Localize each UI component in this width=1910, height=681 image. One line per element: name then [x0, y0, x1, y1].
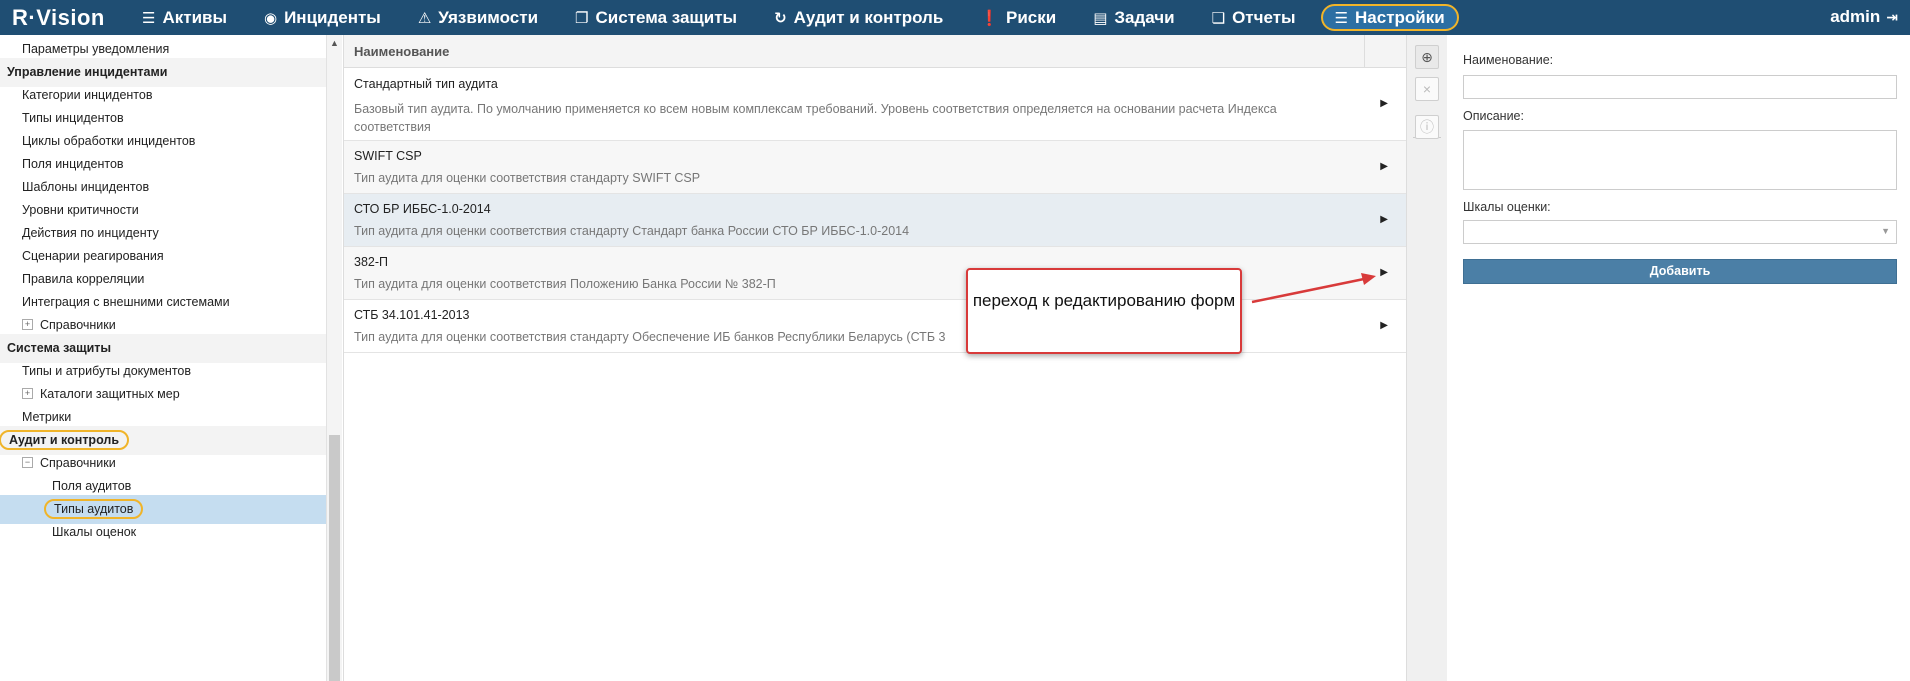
list-row[interactable]: SWIFT CSP Тип аудита для оценки соответс… [344, 141, 1406, 194]
nav-item-incidents[interactable]: ◉ Инциденты [252, 4, 393, 31]
row-title: Стандартный тип аудита [354, 77, 498, 91]
chevron-right-icon[interactable]: ▶ [1380, 161, 1388, 172]
top-navigation-bar: R·Vision ☰ Активы ◉ Инциденты ⚠ Уязвимос… [0, 0, 1910, 35]
nav-item-label: Аудит и контроль [793, 7, 944, 27]
chevron-right-icon[interactable]: ▶ [1380, 320, 1388, 331]
nav-item-label: Риски [1005, 7, 1057, 27]
tasks-icon: ▤ [1093, 9, 1108, 27]
nav-item-assets[interactable]: ☰ Активы [130, 4, 239, 31]
app-logo[interactable]: R·Vision [12, 5, 105, 31]
target-icon: ◉ [263, 9, 278, 27]
warning-icon: ⚠ [417, 9, 432, 27]
collapse-icon[interactable]: − [22, 457, 33, 469]
audit-types-list: Наименование Стандартный тип аудита Базо… [343, 35, 1406, 681]
reports-icon: ❏ [1211, 9, 1226, 27]
database-icon: ☰ [142, 9, 156, 27]
annotation-arrow [1251, 273, 1376, 304]
nav-item-label: Отчеты [1232, 7, 1296, 27]
username: admin [1830, 7, 1881, 26]
nav-item-label: Настройки [1355, 7, 1445, 27]
scrollbar-thumb[interactable] [329, 435, 340, 681]
nav-item-risks[interactable]: ❗ Риски [968, 4, 1068, 31]
chevron-right-icon[interactable]: ▶ [1380, 214, 1388, 225]
nav-item-label: Активы [162, 7, 227, 27]
nav-item-vulnerabilities[interactable]: ⚠ Уязвимости [406, 4, 550, 31]
delete-icon[interactable]: × [1415, 77, 1439, 101]
menu-icon: ☰ [1334, 9, 1349, 27]
nav-item-label: Уязвимости [438, 7, 539, 27]
row-description: Тип аудита для оценки соответствия станд… [354, 171, 701, 185]
nav-item-protection-system[interactable]: ❐ Система защиты [563, 4, 749, 31]
scales-label: Шкалы оценки: [1463, 200, 1551, 214]
vertical-toolbar: ⊕ × ⓘ [1406, 35, 1448, 681]
info-icon[interactable]: ⓘ [1415, 115, 1439, 139]
user-menu[interactable]: admin ⇥ [1830, 7, 1898, 27]
row-description: Тип аудита для оценки соответствия станд… [354, 224, 910, 238]
sidebar-item-rating-scales[interactable]: Шкалы оценок [0, 518, 326, 547]
add-icon[interactable]: ⊕ [1415, 45, 1439, 69]
cycle-icon: ↻ [774, 9, 787, 27]
main-menu: ☰ Активы ◉ Инциденты ⚠ Уязвимости ❐ Сист… [130, 0, 1472, 35]
nav-item-reports[interactable]: ❏ Отчеты [1200, 4, 1308, 31]
row-title: СТБ 34.101.41-2013 [354, 308, 470, 322]
row-title: SWIFT CSP [354, 149, 422, 163]
description-label: Описание: [1463, 109, 1524, 123]
column-header-name[interactable]: Наименование [344, 35, 1406, 68]
description-field[interactable] [1463, 130, 1897, 190]
settings-sidebar: Параметры уведомления Управление инциден… [0, 35, 326, 681]
row-description: Базовый тип аудита. По умолчанию применя… [354, 102, 1277, 134]
add-button[interactable]: Добавить [1463, 259, 1897, 284]
row-title: 382-П [354, 255, 389, 269]
windows-icon: ❐ [575, 9, 589, 27]
sidebar-scrollbar[interactable]: ▲ [326, 35, 342, 681]
name-label: Наименование: [1463, 53, 1554, 67]
nav-item-tasks[interactable]: ▤ Задачи [1081, 4, 1186, 31]
alert-icon: ❗ [980, 9, 999, 27]
list-row[interactable]: СТО БР ИББС-1.0-2014 Тип аудита для оцен… [344, 194, 1406, 247]
row-title: СТО БР ИББС-1.0-2014 [354, 202, 491, 216]
list-row[interactable]: Стандартный тип аудита Базовый тип аудит… [344, 69, 1406, 141]
nav-item-label: Инциденты [284, 7, 381, 27]
nav-item-audit[interactable]: ↻ Аудит и контроль [762, 4, 955, 31]
name-field[interactable] [1463, 75, 1897, 99]
nav-item-label: Задачи [1114, 7, 1175, 27]
chevron-right-icon[interactable]: ▶ [1380, 267, 1388, 278]
scales-select[interactable]: ▼ [1463, 220, 1897, 244]
chevron-right-icon[interactable]: ▶ [1380, 98, 1388, 109]
column-divider [1364, 35, 1365, 68]
annotation-callout: переход к редактированию форм [966, 268, 1242, 354]
list-row[interactable]: СТБ 34.101.41-2013 Тип аудита для оценки… [344, 300, 1406, 353]
logout-icon[interactable]: ⇥ [1886, 9, 1898, 26]
chevron-down-icon[interactable]: ▼ [1881, 226, 1890, 236]
expand-icon[interactable]: + [22, 388, 33, 400]
expand-icon[interactable]: + [22, 319, 33, 331]
list-row[interactable]: 382-П Тип аудита для оценки соответствия… [344, 247, 1406, 300]
scroll-up-icon[interactable]: ▲ [327, 38, 342, 48]
nav-item-label: Система защиты [595, 7, 738, 27]
audit-type-form: Наименование: Описание: Шкалы оценки: ▼ … [1447, 35, 1910, 681]
nav-item-settings[interactable]: ☰ Настройки [1320, 4, 1459, 31]
